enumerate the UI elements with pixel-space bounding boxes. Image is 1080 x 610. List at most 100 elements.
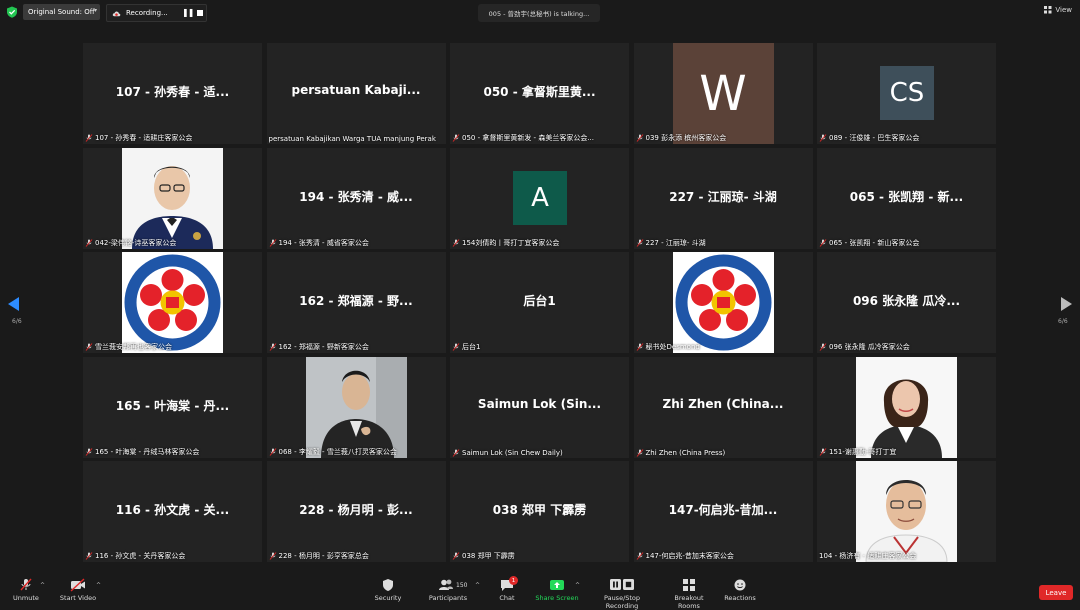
participant-tile[interactable]: 042-梁伟铭-诗巫客家公会 xyxy=(83,147,262,249)
participant-caption-text: 147-何启兆-昔加末客家公会 xyxy=(645,552,734,560)
arrow-left-icon xyxy=(8,297,19,311)
participant-caption: 151-谢惠勤-哥打丁宜 xyxy=(819,447,896,457)
participant-display-name: 050 - 拿督斯里黄... xyxy=(483,85,596,99)
pause-recording-icon[interactable]: ❚❚ xyxy=(182,8,194,17)
microphone-muted-icon xyxy=(636,552,643,560)
meeting-toolbar: Unmute ^ Start Video ^ Security Particip… xyxy=(0,574,1080,610)
microphone-muted-icon xyxy=(452,343,460,351)
participant-caption: 116 - 孙文虎 - 关丹客家公会 xyxy=(85,551,185,561)
avatar-initial: W xyxy=(699,65,747,122)
start-video-label: Start Video xyxy=(59,594,97,602)
reactions-label: Reactions xyxy=(724,594,756,602)
security-button[interactable]: Security xyxy=(370,574,406,602)
participant-tile[interactable]: 096 张永隆 瓜冷... 096 张永隆 瓜冷客家公会 xyxy=(817,252,996,353)
participant-display-name: Zhi Zhen (China... xyxy=(662,396,784,411)
participant-tile[interactable]: Zhi Zhen (China... Zhi Zhen (China Press) xyxy=(633,356,813,458)
reactions-smiley-icon xyxy=(734,579,746,591)
participant-caption: 194 - 张秀清 - 威省客家公会 xyxy=(269,238,369,248)
participant-tile[interactable]: 228 - 杨月明 - 彭... 228 - 杨月明 - 彭亨客家总会 xyxy=(266,461,446,562)
participant-tile[interactable]: 068 - 李耀毅 - 雪兰莪八打灵客家公会 xyxy=(266,356,446,458)
original-sound-button[interactable]: Original Sound: Off ▾ xyxy=(23,4,100,20)
share-screen-label: Share Screen xyxy=(535,594,579,602)
audio-options-caret[interactable]: ^ xyxy=(40,582,45,589)
chat-unread-badge: 1 xyxy=(509,576,518,585)
view-button[interactable]: View xyxy=(1044,6,1072,14)
microphone-muted-icon xyxy=(269,552,276,560)
participant-caption-text: 雪兰莪安邦再也客家公会 xyxy=(95,343,172,351)
participant-caption: 050 - 拿督斯里黄新发 - 森美兰客家公会... xyxy=(452,133,594,143)
next-page-button[interactable] xyxy=(1060,296,1072,315)
participant-caption: Saimun Lok (Sin Chew Daily) xyxy=(452,449,563,457)
breakout-rooms-button[interactable]: Breakout Rooms xyxy=(663,574,715,610)
participant-display-name: 038 郑甲 下霹雳 xyxy=(492,503,587,517)
microphone-muted-icon xyxy=(20,578,32,591)
participant-tile[interactable]: 107 - 孙秀春 - 适... 107 - 孙秀春 - 适耕庄客家公会 xyxy=(83,43,262,144)
participant-tile[interactable]: Saimun Lok (Sin... Saimun Lok (Sin Chew D… xyxy=(450,356,629,458)
microphone-muted-icon xyxy=(269,238,276,247)
participant-tile[interactable]: 秘书处Desmond xyxy=(633,252,813,353)
chevron-down-icon[interactable]: ▾ xyxy=(94,7,97,14)
microphone-muted-icon xyxy=(819,343,827,351)
participant-tile[interactable]: 雪兰莪安邦再也客家公会 xyxy=(83,252,262,353)
security-shield-icon xyxy=(383,579,393,591)
start-video-button[interactable]: Start Video xyxy=(58,574,98,602)
participant-caption: 065 - 张凯翔 - 新山客家公会 xyxy=(819,238,919,248)
participant-caption-text: 068 - 李耀毅 - 雪兰莪八打灵客家公会 xyxy=(278,447,397,456)
microphone-muted-icon xyxy=(819,238,827,247)
participant-tile[interactable]: W 039 彭永添 槟州客家公会 xyxy=(633,43,813,144)
participant-tile[interactable]: 227 - 江丽琼- 斗湖 227 - 江丽琼- 斗湖 xyxy=(633,147,813,249)
participant-display-name: 162 - 郑福源 - 野... xyxy=(299,294,413,308)
participant-caption: 162 - 郑福源 - 野新客家公会 xyxy=(269,342,369,352)
participant-caption: 后台1 xyxy=(452,342,480,352)
breakout-rooms-icon xyxy=(683,579,695,591)
pause-stop-recording-button[interactable]: Pause/Stop Recording xyxy=(588,574,656,610)
participant-tile[interactable]: 194 - 张秀清 - 威... 194 - 张秀清 - 威省客家公会 xyxy=(266,147,446,249)
participant-display-name: 后台1 xyxy=(523,294,556,308)
participant-caption-text: 089 - 汪俊雄 - 巴生客家公会 xyxy=(829,134,920,142)
video-options-caret[interactable]: ^ xyxy=(96,582,101,589)
reactions-button[interactable]: Reactions xyxy=(722,574,758,602)
participants-options-caret[interactable]: ^ xyxy=(475,582,480,589)
participant-tile[interactable]: A 154刘倩昀丨哥打丁宜客家公会 xyxy=(450,147,629,249)
participant-tile[interactable]: persatuan Kabaji... persatuan Kabajikan W… xyxy=(266,43,446,144)
encryption-shield-icon[interactable] xyxy=(6,6,18,18)
participant-photo xyxy=(856,356,957,458)
participant-caption: 042-梁伟铭-诗巫客家公会 xyxy=(85,238,176,248)
participant-tile[interactable]: 065 - 张凯翔 - 新... 065 - 张凯翔 - 新山客家公会 xyxy=(817,147,996,249)
previous-page-button[interactable] xyxy=(8,296,20,315)
participant-caption: 165 - 叶海棠 - 丹绒马林客家公会 xyxy=(85,447,199,457)
recording-label: Recording... xyxy=(126,9,168,17)
microphone-muted-icon xyxy=(452,134,460,142)
participant-tile[interactable]: CS 089 - 汪俊雄 - 巴生客家公会 xyxy=(817,43,996,144)
participant-caption-text: 秘书处Desmond xyxy=(645,343,700,351)
stop-recording-icon[interactable] xyxy=(197,10,203,16)
participant-caption: 038 郑甲 下霹雳 xyxy=(452,551,515,561)
microphone-muted-icon xyxy=(85,552,93,560)
leave-button[interactable]: Leave xyxy=(1039,585,1073,600)
participant-tile[interactable]: 165 - 叶海棠 - 丹... 165 - 叶海棠 - 丹绒马林客家公会 xyxy=(83,356,262,458)
unmute-button[interactable]: Unmute xyxy=(8,574,44,602)
participant-tile[interactable]: 104 - 杨济有 - 适耕庄客家公会 xyxy=(817,461,996,562)
participant-tile[interactable]: 162 - 郑福源 - 野... 162 - 郑福源 - 野新客家公会 xyxy=(266,252,446,353)
participant-tile[interactable]: 050 - 拿督斯里黄... 050 - 拿督斯里黄新发 - 森美兰客家公会... xyxy=(450,43,629,144)
top-bar: Original Sound: Off ▾ Recording... ❚❚ 00… xyxy=(0,0,1080,26)
hakka-association-logo xyxy=(122,252,223,353)
share-screen-button[interactable]: Share Screen xyxy=(535,574,579,602)
participant-gallery: 107 - 孙秀春 - 适... 107 - 孙秀春 - 适耕庄客家公会 persa… xyxy=(83,43,997,565)
participant-avatar: W xyxy=(672,43,774,144)
participant-caption: 104 - 杨济有 - 适耕庄客家公会 xyxy=(819,551,916,561)
microphone-muted-icon xyxy=(636,134,643,142)
participant-display-name: 165 - 叶海棠 - 丹... xyxy=(115,398,230,413)
chat-label: Chat xyxy=(499,594,515,602)
share-options-caret[interactable]: ^ xyxy=(575,582,580,589)
participant-tile[interactable]: 116 - 孙文虎 - 关... 116 - 孙文虎 - 关丹客家公会 xyxy=(83,461,262,562)
participant-caption-text: 116 - 孙文虎 - 关丹客家公会 xyxy=(95,552,186,560)
participant-tile[interactable]: 038 郑甲 下霹雳 038 郑甲 下霹雳 xyxy=(450,461,629,562)
microphone-muted-icon xyxy=(85,238,93,247)
participant-tile[interactable]: 151-谢惠勤-哥打丁宜 xyxy=(817,356,996,458)
participant-caption-text: 165 - 叶海棠 - 丹绒马林客家公会 xyxy=(95,447,200,456)
microphone-muted-icon xyxy=(636,343,643,351)
participant-tile[interactable]: 后台1 后台1 xyxy=(450,252,629,353)
participant-tile[interactable]: 147-何启兆-昔加... 147-何启兆-昔加末客家公会 xyxy=(633,461,813,562)
video-off-icon xyxy=(70,578,85,592)
